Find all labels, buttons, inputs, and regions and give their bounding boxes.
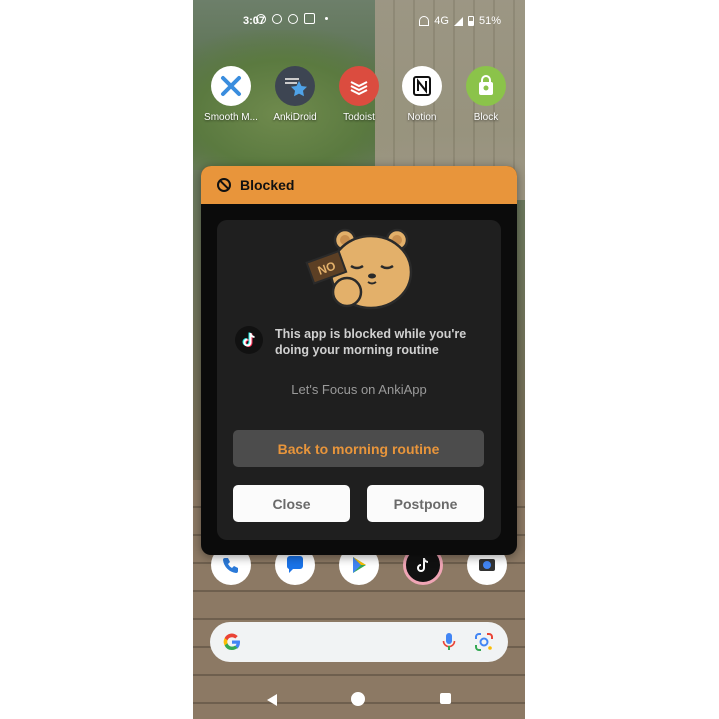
status-bar: 3:07 4G 51% bbox=[193, 0, 525, 42]
more-dot-icon bbox=[325, 17, 328, 20]
home-icon[interactable] bbox=[351, 692, 365, 706]
signal-icon bbox=[453, 16, 463, 26]
postpone-button[interactable]: Postpone bbox=[367, 485, 484, 522]
tiktok-icon bbox=[235, 326, 263, 354]
app-label: Smooth M... bbox=[204, 112, 258, 123]
hotspot-icon bbox=[288, 13, 298, 24]
app-notion[interactable]: Notion bbox=[390, 66, 454, 123]
dialog-card: NO This app is blocked while you're doin… bbox=[217, 220, 501, 540]
bear-illustration: NO bbox=[305, 228, 413, 310]
notification-icon bbox=[272, 13, 282, 24]
app-todoist[interactable]: Todoist bbox=[327, 66, 391, 123]
whatsapp-icon bbox=[256, 13, 266, 24]
focus-text: Let's Focus on AnkiApp bbox=[291, 382, 427, 397]
app-smooth[interactable]: Smooth M... bbox=[199, 66, 263, 123]
battery-label: 51% bbox=[478, 15, 501, 27]
search-bar[interactable] bbox=[210, 622, 508, 662]
app-label: Notion bbox=[407, 112, 437, 123]
network-label: 4G bbox=[434, 15, 449, 27]
app-label: Todoist bbox=[343, 112, 375, 123]
lens-icon[interactable] bbox=[474, 632, 494, 652]
wifi-calling-icon bbox=[419, 16, 430, 26]
block-icon bbox=[466, 66, 506, 106]
notion-icon bbox=[402, 66, 442, 106]
app-label: AnkiDroid bbox=[273, 112, 317, 123]
blocked-message-text: This app is blocked while you're doing y… bbox=[275, 327, 467, 357]
back-icon[interactable] bbox=[267, 694, 277, 706]
back-to-routine-button[interactable]: Back to morning routine bbox=[233, 430, 484, 467]
dialog-header: Blocked bbox=[201, 166, 517, 204]
blocked-message: This app is blocked while you're doing y… bbox=[235, 326, 495, 358]
close-button[interactable]: Close bbox=[233, 485, 350, 522]
dialog-title: Blocked bbox=[240, 177, 295, 193]
app-block[interactable]: Block bbox=[454, 66, 518, 123]
recents-icon[interactable] bbox=[440, 693, 451, 704]
nav-bar bbox=[193, 680, 525, 719]
mic-icon[interactable] bbox=[442, 632, 456, 652]
smooth-icon bbox=[211, 66, 251, 106]
app-label: Block bbox=[473, 112, 499, 123]
google-icon bbox=[223, 633, 240, 651]
ban-icon bbox=[217, 178, 231, 192]
battery-icon bbox=[467, 16, 474, 26]
app-ankidroid[interactable]: AnkiDroid bbox=[263, 66, 327, 123]
todoist-icon bbox=[339, 66, 379, 106]
ankidroid-icon bbox=[275, 66, 315, 106]
calendar-icon bbox=[304, 13, 315, 24]
blocked-dialog: Blocked NO This app is blocked while you… bbox=[201, 166, 517, 555]
